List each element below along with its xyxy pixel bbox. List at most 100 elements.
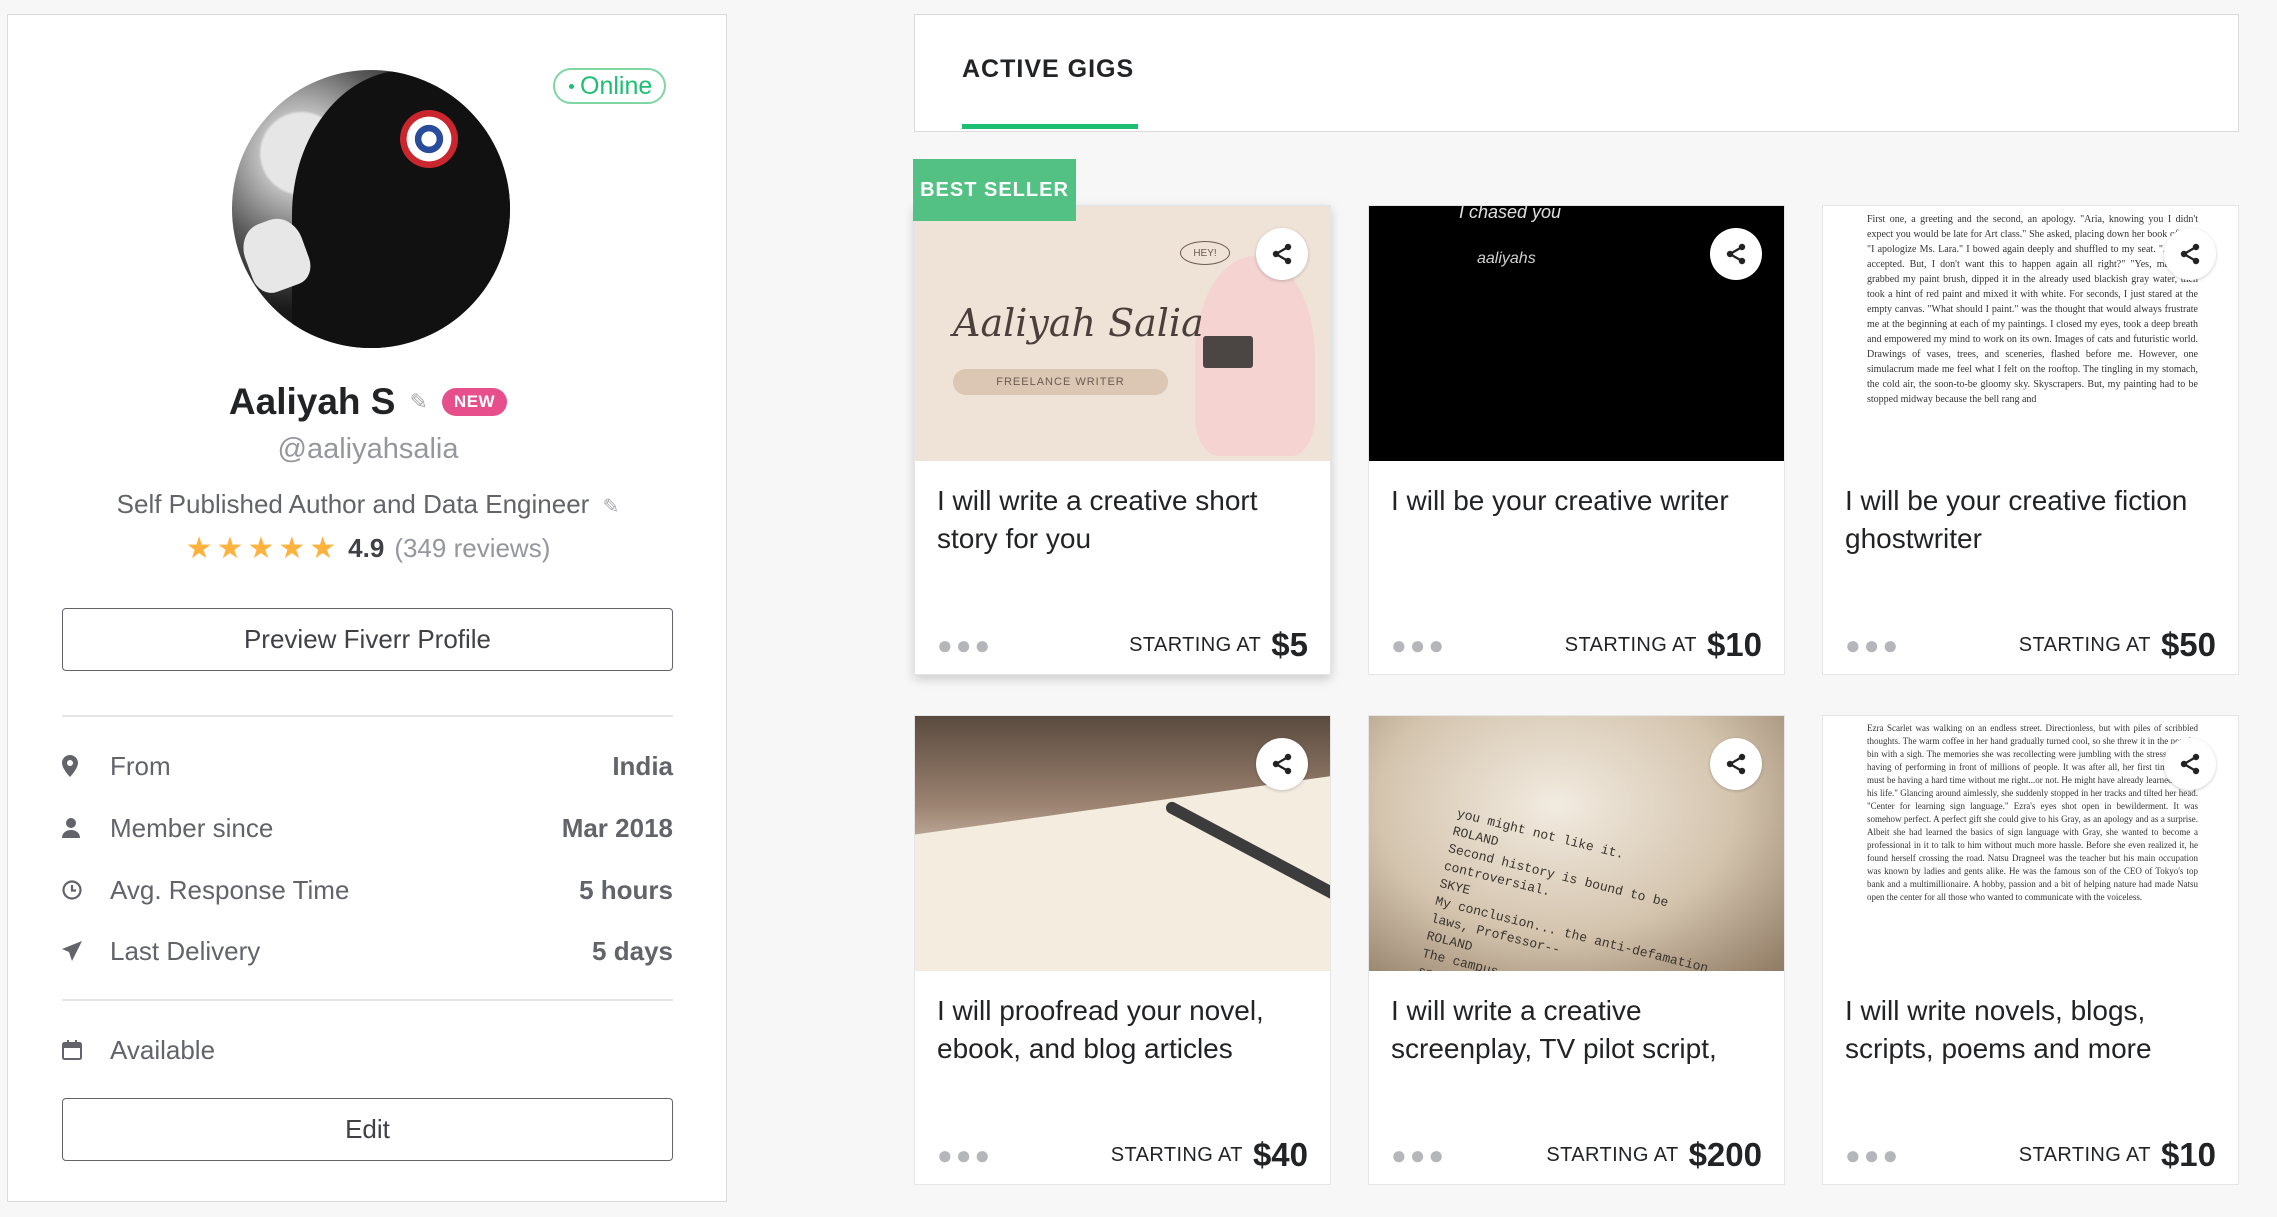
- stat-delivery-value: 5 days: [592, 935, 673, 966]
- gig-thumbnail[interactable]: I chased you aaliyahs: [1369, 206, 1784, 461]
- online-status-label: Online: [580, 72, 653, 100]
- gig-title[interactable]: I will write a creative screenplay, TV p…: [1391, 992, 1766, 1068]
- share-button[interactable]: [1710, 738, 1762, 790]
- stat-member-value: Mar 2018: [561, 812, 673, 843]
- gig-title[interactable]: I will write novels, blogs, scripts, poe…: [1845, 992, 2220, 1068]
- gig-footer: ●●● STARTING AT $5: [937, 626, 1308, 664]
- online-status-badge: Online: [553, 68, 667, 104]
- clock-icon: [62, 880, 102, 900]
- starting-at-label: STARTING AT: [1546, 1143, 1679, 1166]
- stat-member-label: Member since: [110, 812, 274, 843]
- calendar-icon: [62, 1040, 102, 1060]
- avatar[interactable]: [232, 70, 510, 348]
- stat-response-time: Avg. Response Time 5 hours: [62, 870, 673, 910]
- edit-name-pencil-icon[interactable]: ✎: [409, 389, 427, 415]
- gig-price: $50: [2160, 626, 2216, 663]
- location-pin-icon: [62, 755, 102, 777]
- thumbnail-text: you might not like it. ROLAND Second his…: [1416, 806, 1710, 971]
- star-icon: ★: [185, 531, 213, 565]
- thumbnail-subtitle: FREELANCE WRITER: [953, 369, 1168, 395]
- gig-price: $10: [2160, 1136, 2216, 1173]
- gig-card[interactable]: HEY! Aaliyah Salia FREELANCE WRITER I wi…: [914, 205, 1331, 675]
- gig-thumbnail[interactable]: HEY! Aaliyah Salia FREELANCE WRITER: [915, 206, 1330, 461]
- best-seller-badge: BEST SELLER: [913, 159, 1076, 221]
- share-button[interactable]: [2164, 228, 2216, 280]
- seller-username: @aaliyahsalia: [277, 433, 459, 465]
- gig-title[interactable]: I will be your creative writer: [1391, 482, 1766, 520]
- share-icon: [2180, 243, 2200, 265]
- gig-price: $200: [1688, 1136, 1762, 1173]
- rating-row: ★ ★ ★ ★ ★ 4.9 (349 reviews): [8, 533, 728, 564]
- gig-card[interactable]: you might not like it. ROLAND Second his…: [1368, 715, 1785, 1185]
- new-seller-badge: NEW: [441, 388, 508, 416]
- stat-member-since: Member since Mar 2018: [62, 808, 673, 848]
- more-options-icon[interactable]: ●●●: [937, 1140, 1111, 1171]
- gig-thumbnail[interactable]: Ezra Scarlet was walking on an endless s…: [1823, 716, 2238, 971]
- seller-name: Aaliyah S: [228, 381, 396, 422]
- gig-thumbnail[interactable]: [915, 716, 1330, 971]
- review-count[interactable]: (349 reviews): [394, 533, 550, 564]
- star-icon: ★: [216, 531, 244, 565]
- gig-footer: ●●● STARTING AT $50: [1845, 626, 2216, 664]
- share-button[interactable]: [1256, 228, 1308, 280]
- gig-price: $5: [1271, 626, 1308, 663]
- more-options-icon[interactable]: ●●●: [1391, 1140, 1546, 1171]
- starting-at-label: STARTING AT: [1129, 633, 1262, 656]
- share-button[interactable]: [1710, 228, 1762, 280]
- gig-card[interactable]: I chased you aaliyahs I will be your cre…: [1368, 205, 1785, 675]
- share-icon: [1272, 753, 1292, 775]
- stat-delivery-label: Last Delivery: [110, 935, 261, 966]
- thumbnail-text: First one, a greeting and the second, an…: [1867, 214, 2198, 405]
- star-icon: ★: [278, 531, 306, 565]
- gig-card[interactable]: First one, a greeting and the second, an…: [1822, 205, 2239, 675]
- speech-bubble: HEY!: [1180, 241, 1230, 265]
- starting-at-label: STARTING AT: [1564, 633, 1697, 656]
- availability-label: Available: [110, 1034, 216, 1065]
- stat-response-value: 5 hours: [579, 874, 673, 905]
- share-icon: [1726, 753, 1746, 775]
- divider: [62, 715, 673, 717]
- star-icon: ★: [309, 531, 337, 565]
- share-button[interactable]: [2164, 738, 2216, 790]
- gig-footer: ●●● STARTING AT $10: [1845, 1136, 2216, 1174]
- share-icon: [2180, 753, 2200, 775]
- gig-title[interactable]: I will be your creative fiction ghostwri…: [1845, 482, 2220, 558]
- gig-title[interactable]: I will proofread your novel, ebook, and …: [937, 992, 1312, 1068]
- stat-response-label: Avg. Response Time: [110, 874, 350, 905]
- divider: [62, 999, 673, 1001]
- laptop-illustration: [1203, 336, 1253, 368]
- gig-thumbnail[interactable]: First one, a greeting and the second, an…: [1823, 206, 2238, 461]
- gig-price: $40: [1252, 1136, 1308, 1173]
- gigs-tab-bar: ACTIVE GIGS: [914, 14, 2239, 132]
- starting-at-label: STARTING AT: [2018, 633, 2151, 656]
- thumbnail-title: Aaliyah Salia: [953, 301, 1204, 345]
- gig-thumbnail[interactable]: you might not like it. ROLAND Second his…: [1369, 716, 1784, 971]
- stat-from-label: From: [110, 750, 171, 781]
- availability-row[interactable]: Available: [62, 1030, 673, 1070]
- more-options-icon[interactable]: ●●●: [1845, 1140, 2019, 1171]
- gig-card[interactable]: I will proofread your novel, ebook, and …: [914, 715, 1331, 1185]
- share-button[interactable]: [1256, 738, 1308, 790]
- preview-profile-button[interactable]: Preview Fiverr Profile: [62, 608, 673, 671]
- gig-price: $10: [1706, 626, 1762, 663]
- more-options-icon[interactable]: ●●●: [1845, 630, 2019, 661]
- avatar-shield-emblem: [400, 110, 458, 168]
- more-options-icon[interactable]: ●●●: [1391, 630, 1565, 661]
- name-row: Aaliyah S ✎ NEW: [8, 381, 728, 423]
- gig-card[interactable]: Ezra Scarlet was walking on an endless s…: [1822, 715, 2239, 1185]
- user-icon: [62, 818, 102, 838]
- gig-footer: ●●● STARTING AT $200: [1391, 1136, 1762, 1174]
- stat-last-delivery: Last Delivery 5 days: [62, 931, 673, 971]
- gig-footer: ●●● STARTING AT $10: [1391, 626, 1762, 664]
- tagline-row: Self Published Author and Data Engineer …: [8, 489, 728, 520]
- stat-from-value: India: [612, 750, 673, 781]
- edit-button[interactable]: Edit: [62, 1098, 673, 1161]
- more-options-icon[interactable]: ●●●: [937, 630, 1129, 661]
- online-dot-icon: [569, 83, 574, 89]
- gig-title[interactable]: I will write a creative short story for …: [937, 482, 1312, 558]
- stat-from: From India: [62, 746, 673, 786]
- tab-active-gigs[interactable]: ACTIVE GIGS: [962, 55, 1134, 84]
- starting-at-label: STARTING AT: [1110, 1143, 1243, 1166]
- edit-tagline-pencil-icon[interactable]: ✎: [603, 496, 620, 518]
- star-icon: ★: [247, 531, 275, 565]
